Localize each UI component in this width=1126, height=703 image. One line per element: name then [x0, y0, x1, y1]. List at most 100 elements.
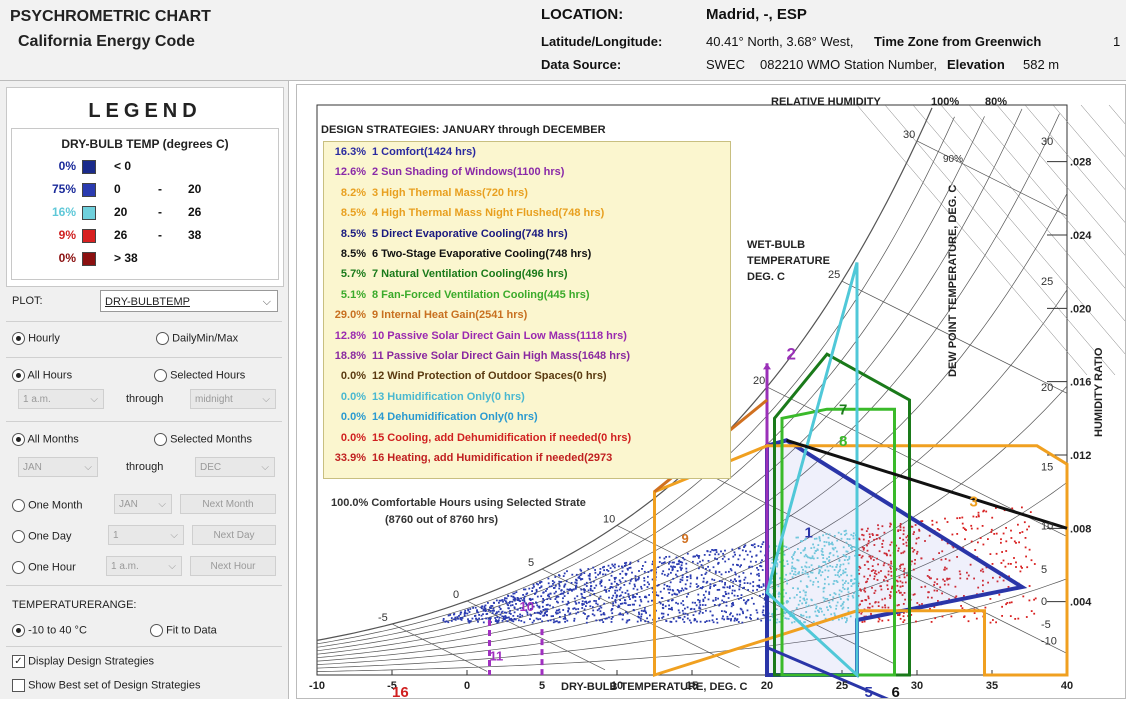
data-point	[1017, 523, 1019, 526]
hour-to-select[interactable]: midnight ⌵	[190, 389, 276, 409]
one-hour-select[interactable]: 1 a.m. ⌵	[106, 556, 182, 576]
data-point	[590, 585, 593, 587]
data-point	[638, 596, 641, 598]
display-strategies-checkbox[interactable]: ✓ Display Design Strategies	[12, 655, 154, 668]
one-day-select[interactable]: 1 ⌵	[108, 525, 184, 545]
data-point	[497, 619, 500, 622]
strategy-text: 12 Wind Protection of Outdoor Spaces(0 h…	[372, 370, 607, 383]
data-point	[512, 598, 515, 601]
data-point	[595, 619, 598, 622]
data-point	[682, 618, 684, 621]
data-point	[585, 585, 588, 587]
data-point	[1008, 601, 1011, 604]
next-day-button[interactable]: Next Day	[192, 525, 276, 545]
dbt-legend-title: DRY-BULB TEMP (degrees C)	[61, 137, 229, 151]
data-point	[617, 583, 619, 586]
all-months-radio[interactable]: All Months	[12, 433, 79, 446]
plot-select[interactable]: DRY-BULBTEMP ⌵	[100, 290, 278, 312]
data-point	[542, 609, 545, 611]
data-point	[567, 610, 569, 613]
strategy-pct: 8.5%	[340, 207, 366, 220]
strategy-row: 8.5% 4 High Thermal Mass Night Flushed(74…	[328, 207, 728, 219]
data-point	[551, 580, 554, 582]
month-from-select[interactable]: JAN ⌵	[18, 457, 98, 477]
all-hours-radio[interactable]: All Hours	[12, 369, 72, 382]
range-a-radio[interactable]: -10 to 40 °C	[12, 624, 87, 637]
data-point	[614, 592, 617, 594]
data-point	[494, 617, 497, 619]
range-b-radio[interactable]: Fit to Data	[150, 624, 217, 637]
data-point	[741, 610, 744, 613]
data-point	[756, 588, 758, 591]
selected-hours-radio[interactable]: Selected Hours	[154, 369, 245, 382]
data-point	[499, 599, 502, 602]
data-point	[511, 600, 514, 603]
best-strategies-checkbox[interactable]: Show Best set of Design Strategies	[12, 679, 201, 692]
data-point	[641, 568, 643, 570]
data-point	[648, 583, 650, 586]
hourly-radio[interactable]: Hourly	[12, 332, 60, 345]
one-day-radio[interactable]: One Day	[12, 530, 71, 543]
data-point	[685, 562, 688, 565]
data-point	[519, 613, 521, 616]
data-point	[705, 590, 707, 593]
data-point	[990, 531, 993, 533]
one-month-radio[interactable]: One Month	[12, 499, 82, 512]
data-point	[903, 619, 906, 622]
comfort-line-1: 100.0% Comfortable Hours using Selected …	[331, 497, 586, 509]
data-point	[669, 581, 672, 584]
data-point	[743, 558, 746, 561]
data-point	[699, 604, 702, 606]
strategy-row: 8.5% 6 Two-Stage Evaporative Cooling(748 …	[328, 248, 728, 260]
data-point	[549, 592, 552, 595]
data-point	[491, 612, 494, 614]
strategy-text: 9 Internal Heat Gain(2541 hrs)	[372, 309, 528, 322]
data-point	[499, 613, 502, 616]
daily-radio[interactable]: DailyMin/Max	[156, 332, 238, 345]
data-point	[1002, 532, 1005, 535]
zone-label: 3	[970, 493, 978, 510]
data-point	[705, 571, 708, 574]
data-point	[698, 601, 701, 604]
data-point	[624, 592, 627, 594]
strategy-row: 18.8% 11 Passive Solar Direct Gain High M…	[328, 350, 728, 362]
data-point	[701, 586, 704, 588]
data-point	[571, 573, 574, 576]
data-point	[708, 591, 711, 594]
one-hour-radio[interactable]: One Hour	[12, 561, 76, 574]
strategy-row: 0.0% 12 Wind Protection of Outdoor Spaces…	[328, 370, 728, 382]
data-point	[761, 559, 763, 562]
data-point	[598, 598, 600, 600]
data-point	[647, 620, 650, 623]
data-point	[631, 571, 633, 574]
zone-label: 2	[787, 345, 796, 364]
month-to-select[interactable]: DEC ⌵	[195, 457, 275, 477]
legend-swatch	[82, 183, 96, 197]
next-month-button[interactable]: Next Month	[180, 494, 276, 514]
data-point	[761, 569, 764, 571]
data-point	[673, 592, 676, 595]
data-point	[674, 566, 676, 568]
data-point	[897, 614, 899, 616]
one-month-select[interactable]: JAN ⌵	[114, 494, 172, 514]
data-point	[592, 566, 595, 569]
dew-tick-label: -5	[1041, 619, 1051, 631]
data-point	[761, 611, 764, 614]
data-point	[458, 615, 460, 617]
data-point	[616, 589, 619, 592]
data-point	[516, 599, 519, 601]
data-point	[632, 609, 635, 611]
data-point	[753, 543, 756, 546]
data-point	[575, 608, 577, 611]
selected-months-radio[interactable]: Selected Months	[154, 433, 252, 446]
data-point	[756, 611, 759, 614]
data-point	[723, 555, 726, 558]
data-point	[618, 579, 621, 582]
hour-from-select[interactable]: 1 a.m. ⌵	[18, 389, 104, 409]
data-point	[977, 511, 980, 514]
data-point	[718, 571, 721, 573]
data-point	[659, 590, 662, 593]
data-point	[681, 561, 684, 564]
data-point	[745, 550, 747, 553]
next-hour-button[interactable]: Next Hour	[190, 556, 276, 576]
